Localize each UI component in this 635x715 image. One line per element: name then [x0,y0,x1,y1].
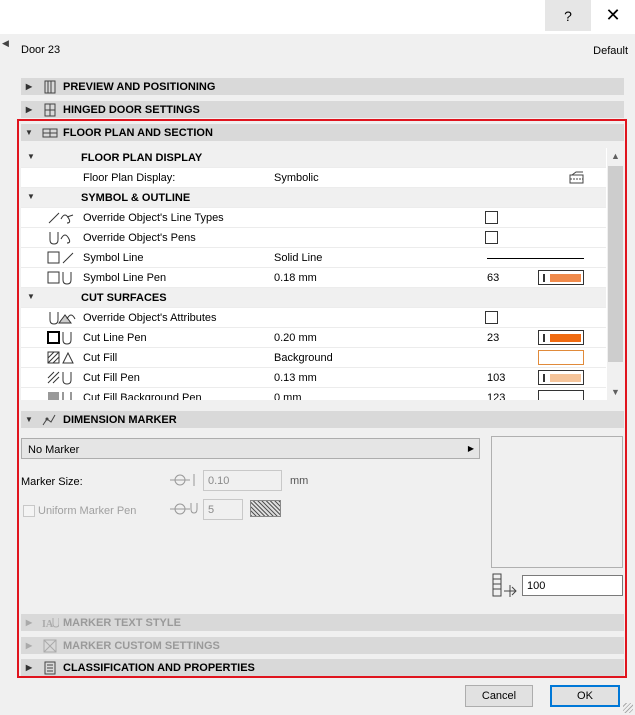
section-preview-positioning[interactable]: ▶ PREVIEW AND POSITIONING [21,78,624,95]
door-settings-dialog: ? ✕ ◀ Door 23 Default ▶ PREVIEW AND POSI… [0,0,635,715]
close-button[interactable]: ✕ [590,0,635,31]
expand-arrow-icon: ▶ [25,105,33,114]
ok-button[interactable]: OK [550,685,620,707]
collapse-sidebar-icon[interactable]: ◀ [2,38,9,49]
default-label: Default [593,45,628,57]
preview-positioning-icon [37,80,63,94]
highlight-frame [17,119,627,678]
section-label: PREVIEW AND POSITIONING [63,80,216,93]
section-label: HINGED DOOR SETTINGS [63,103,200,116]
section-hinged-door[interactable]: ▶ HINGED DOOR SETTINGS [21,101,624,118]
resize-grip[interactable] [623,703,633,713]
hinged-door-icon [37,103,63,117]
title-bar: ? ✕ [0,0,635,34]
help-button[interactable]: ? [545,0,591,31]
cancel-button[interactable]: Cancel [465,685,533,707]
object-name: Door 23 [21,44,61,56]
expand-arrow-icon: ▶ [25,82,33,91]
